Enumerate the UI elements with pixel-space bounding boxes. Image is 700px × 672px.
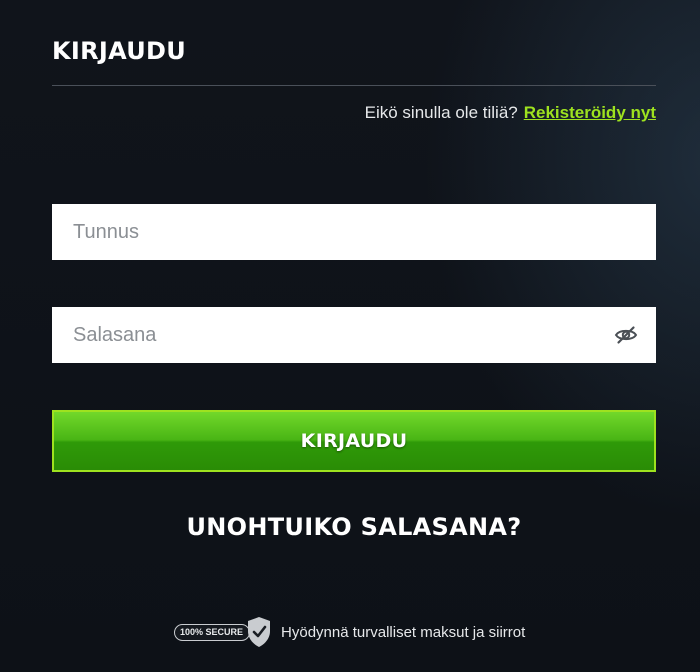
secure-badge: 100% SECURE: [174, 616, 272, 648]
no-account-text: Eikö sinulla ole tiliä?: [364, 103, 518, 122]
password-field-container: [52, 307, 656, 363]
secure-payments-text: Hyödynnä turvalliset maksut ja siirrot: [281, 623, 526, 641]
login-panel: KIRJAUDU Eikö sinulla ole tiliä? Rekister…: [52, 0, 656, 672]
title-divider: [52, 85, 656, 86]
username-field-container: [52, 204, 656, 260]
login-button[interactable]: KIRJAUDU: [52, 410, 656, 472]
username-input[interactable]: [52, 204, 656, 260]
forgot-password-link[interactable]: UNOHTUIKO SALASANA?: [52, 513, 656, 541]
secure-payments-row: 100% SECURE Hyödynnä turvalliset maksut …: [174, 616, 525, 648]
shield-check-icon: [248, 617, 271, 647]
eye-slash-icon[interactable]: [614, 323, 638, 347]
register-link[interactable]: Rekisteröidy nyt: [524, 103, 656, 122]
page-title: KIRJAUDU: [52, 37, 187, 65]
login-button-label: KIRJAUDU: [300, 430, 408, 452]
password-input[interactable]: [52, 307, 656, 363]
secure-badge-label: 100% SECURE: [174, 623, 251, 641]
register-prompt: Eikö sinulla ole tiliä? Rekisteröidy nyt: [365, 103, 656, 123]
